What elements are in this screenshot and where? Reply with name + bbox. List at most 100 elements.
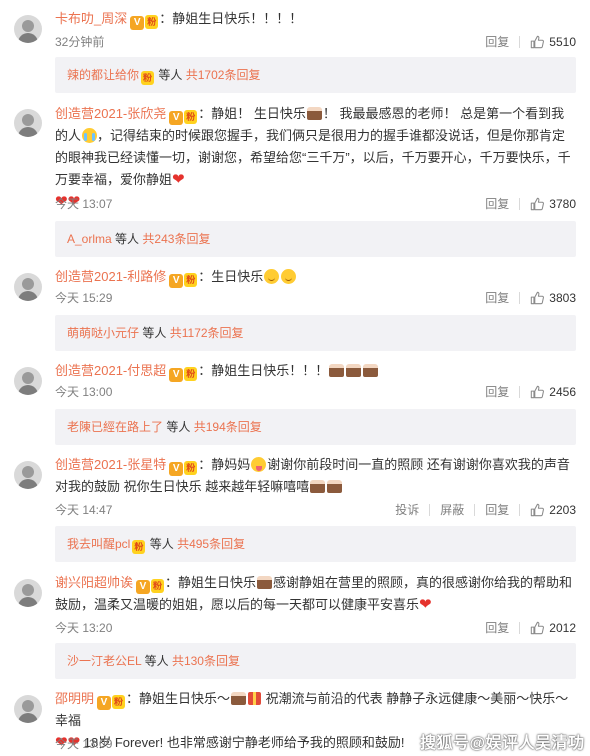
avatar[interactable] xyxy=(14,461,42,489)
reply-count-pre: 共 xyxy=(169,326,182,340)
timestamp: 今天 13:09 xyxy=(55,737,113,751)
divider xyxy=(519,36,521,48)
block-button[interactable]: 屏蔽 xyxy=(440,501,464,519)
tongue-emoji xyxy=(251,457,267,472)
comment-text: 谢兴阳超帅诶 V 粉：静姐生日快乐 感谢静姐在营里的照顾，真的很感谢你给我的帮助和鼓励… xyxy=(55,572,576,616)
timestamp: 今天 15:29 xyxy=(55,291,113,305)
reply-summary[interactable]: 萌萌哒小元仔 等人 共1172条回复 xyxy=(55,315,576,351)
like-count: 5510 xyxy=(549,35,576,49)
comment-content: ：静姐生日快乐！！！！ xyxy=(159,11,303,26)
comment-content: ：静姐生日快乐！！！ xyxy=(198,363,329,378)
reply-button[interactable]: 回复 xyxy=(485,501,509,519)
reply-total[interactable]: 1702 xyxy=(198,68,225,82)
username[interactable]: 创造营2021-利路修 xyxy=(55,269,166,284)
avatar[interactable] xyxy=(14,579,42,607)
reply-others: 等人 xyxy=(158,68,183,82)
reply-button[interactable]: 回复 xyxy=(485,619,509,637)
username[interactable]: 谢兴阳超帅诶 xyxy=(55,575,133,590)
comment-meta: 今天 13:07 回复 3780 xyxy=(55,195,576,213)
thumb-up-icon[interactable] xyxy=(530,385,544,399)
reply-summary[interactable]: 辣的都让给你粉 等人 共1702条回复 xyxy=(55,57,576,93)
reply-button[interactable]: 回复 xyxy=(485,383,509,401)
comment-text: 创造营2021-付思超 V 粉：静姐生日快乐！！！ xyxy=(55,360,576,382)
fan-badge-icon: 粉 xyxy=(184,273,198,287)
reply-count-pre: 共 xyxy=(171,654,184,668)
like-count: 2456 xyxy=(549,385,576,399)
cake-emoji xyxy=(257,576,273,589)
smile-emoji xyxy=(264,269,280,284)
avatar[interactable] xyxy=(14,15,42,43)
reply-user[interactable]: 沙一汀老公EL xyxy=(67,654,141,668)
thumb-up-icon[interactable] xyxy=(530,197,544,211)
username[interactable]: 邵明明 xyxy=(55,691,94,706)
reply-total[interactable]: 495 xyxy=(189,537,209,551)
reply-count-pre: 共 xyxy=(193,420,206,434)
comment-meta: 今天 13:00 回复 2456 xyxy=(55,383,576,401)
timestamp: 32分钟前 xyxy=(55,35,105,49)
username[interactable]: 创造营2021-张欣尧 xyxy=(55,106,166,121)
thumb-up-icon[interactable] xyxy=(530,621,544,635)
comment-content: ：生日快乐 xyxy=(198,269,264,284)
comment-content: ，记得结束的时候跟您握手，我们俩只是很用力的握手谁都没说话，但是你那肯定的眼神我… xyxy=(55,128,571,187)
fan-badge-icon: 粉 xyxy=(184,110,198,124)
comment-text: 创造营2021-利路修 V 粉：生日快乐 xyxy=(55,266,576,288)
cake-emoji xyxy=(346,364,362,377)
divider xyxy=(519,622,521,634)
reply-user[interactable]: 辣的都让给你 xyxy=(67,68,139,82)
reply-others: 等人 xyxy=(142,326,167,340)
reply-user[interactable]: 萌萌哒小元仔 xyxy=(67,326,139,340)
reply-count-post: 条回复 xyxy=(174,232,211,246)
username[interactable]: 创造营2021-张星特 xyxy=(55,457,166,472)
v-badge-icon: V xyxy=(169,274,184,288)
v-badge-icon: V xyxy=(169,111,184,125)
avatar[interactable] xyxy=(14,695,42,723)
comment-text: 卡布叻_周深 V 粉：静姐生日快乐！！！！ xyxy=(55,8,576,30)
like-count: 2203 xyxy=(549,503,576,517)
avatar[interactable] xyxy=(14,109,42,137)
fan-badge-icon: 粉 xyxy=(151,579,165,593)
reply-summary[interactable]: 老陳已經在路上了 等人 共194条回复 xyxy=(55,409,576,445)
divider xyxy=(519,292,521,304)
reply-button[interactable]: 回复 xyxy=(485,289,509,307)
reply-count-post: 条回复 xyxy=(203,654,240,668)
thumb-up-icon[interactable] xyxy=(530,291,544,305)
thumb-up-icon[interactable] xyxy=(530,35,544,49)
reply-count-pre: 共 xyxy=(142,232,155,246)
timestamp: 今天 13:20 xyxy=(55,621,113,635)
avatar[interactable] xyxy=(14,273,42,301)
reply-count-post: 条回复 xyxy=(209,537,246,551)
reply-summary[interactable]: 沙一汀老公EL 等人 共130条回复 xyxy=(55,643,576,679)
username[interactable]: 卡布叻_周深 xyxy=(55,11,127,26)
comment-text: 创造营2021-张星特 V 粉：静妈妈 谢谢你前段时间一直的照顾 还有谢谢你喜欢我的声… xyxy=(55,454,576,498)
heart-emoji: ❤ xyxy=(419,596,432,613)
reply-total[interactable]: 194 xyxy=(206,420,226,434)
reply-total[interactable]: 1172 xyxy=(182,326,208,340)
gift-emoji xyxy=(248,692,262,705)
reply-count-post: 条回复 xyxy=(225,420,262,434)
reply-summary[interactable]: A_orlma 等人 共243条回复 xyxy=(55,221,576,257)
cake-emoji xyxy=(327,480,343,493)
reply-count-post: 条回复 xyxy=(207,326,244,340)
divider xyxy=(474,504,476,516)
like-count: 2012 xyxy=(549,621,576,635)
cake-emoji xyxy=(363,364,379,377)
comment-meta: 今天 14:47 投诉 屏蔽 回复 2203 xyxy=(55,501,576,519)
reply-user[interactable]: 老陳已經在路上了 xyxy=(67,420,163,434)
report-button[interactable]: 投诉 xyxy=(395,501,419,519)
comment-content: ：静姐生日快乐 xyxy=(165,575,257,590)
fan-badge-icon: 粉 xyxy=(132,540,146,554)
v-badge-icon: V xyxy=(169,368,184,382)
username[interactable]: 创造营2021-付思超 xyxy=(55,363,166,378)
reply-total[interactable]: 130 xyxy=(184,654,204,668)
reply-total[interactable]: 243 xyxy=(154,232,174,246)
thumb-up-icon[interactable] xyxy=(530,503,544,517)
reply-others: 等人 xyxy=(149,537,174,551)
reply-button[interactable]: 回复 xyxy=(485,195,509,213)
reply-button[interactable]: 回复 xyxy=(485,33,509,51)
reply-user[interactable]: A_orlma xyxy=(67,232,112,246)
reply-user[interactable]: 我去叫醒pcl xyxy=(67,537,130,551)
timestamp: 今天 13:00 xyxy=(55,385,113,399)
reply-summary[interactable]: 我去叫醒pcl 粉 等人 共495条回复 xyxy=(55,526,576,562)
avatar[interactable] xyxy=(14,367,42,395)
cake-emoji xyxy=(329,364,345,377)
